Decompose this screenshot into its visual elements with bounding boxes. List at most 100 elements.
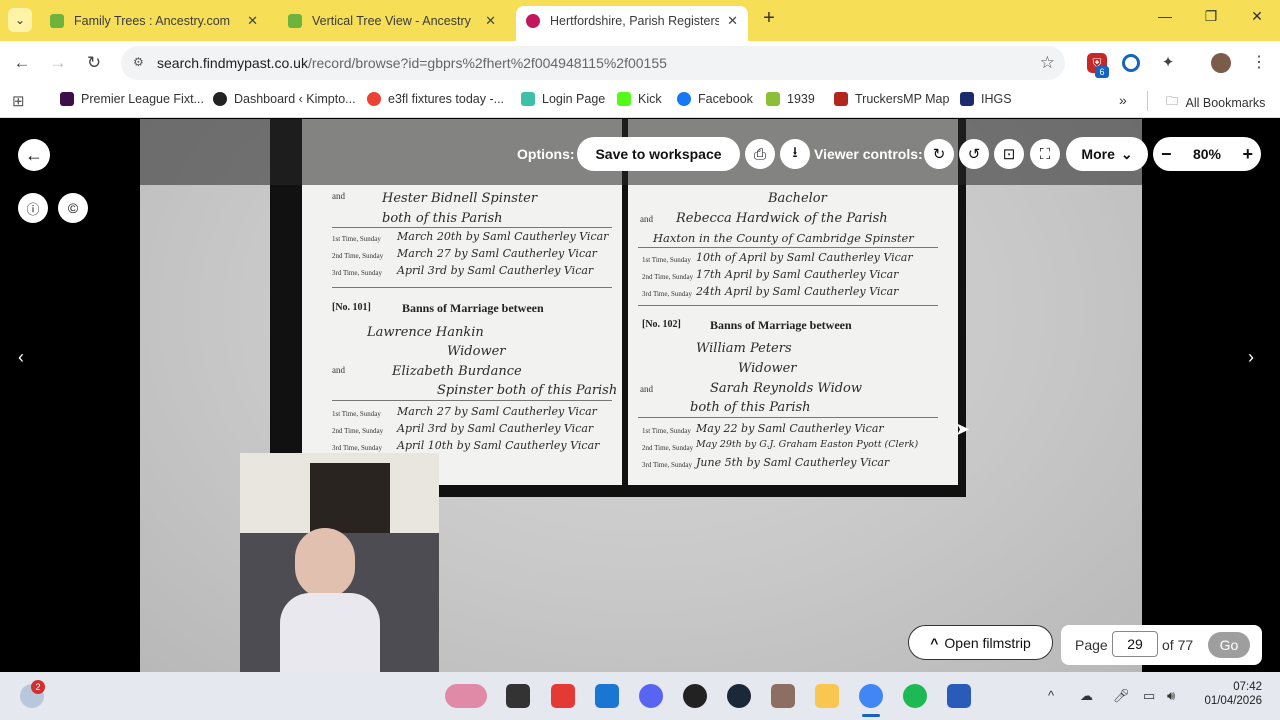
groom-name: William Peters [696, 341, 792, 356]
weather-badge: 2 [31, 680, 45, 694]
bookmark-ihgs[interactable]: IHGS [960, 92, 1012, 106]
copyright-icon[interactable]: © [58, 193, 88, 223]
rotate-anticlockwise-icon[interactable]: ↺ [959, 139, 989, 169]
fullscreen-icon[interactable]: ⛶ [1030, 139, 1060, 169]
reload-icon[interactable]: ↻ [83, 52, 105, 74]
rule-line [638, 305, 938, 306]
all-bookmarks-folder[interactable]: 🗀 All Bookmarks [1166, 92, 1265, 113]
open-filmstrip-button[interactable]: ^ Open filmstrip [908, 625, 1053, 660]
close-tab-icon[interactable]: ✕ [485, 13, 496, 29]
time-label: 3rd Time, Sunday [642, 290, 692, 298]
bookmark-1939[interactable]: 1939 [766, 92, 815, 106]
forward-icon[interactable]: → [47, 52, 69, 74]
close-tab-icon[interactable]: ✕ [247, 13, 258, 29]
more-label: More [1081, 146, 1115, 162]
bookmark-premier-league[interactable]: Premier League Fixt... [60, 92, 204, 106]
image-viewer[interactable]: and Hester Bidnell Spinster both of this… [0, 119, 1280, 672]
bookmarks-divider [1147, 91, 1148, 111]
folder-icon: 🗀 [1166, 94, 1179, 108]
webcam-shelf [310, 463, 390, 533]
previous-image-icon[interactable]: ‹ [18, 347, 24, 368]
address-bar[interactable]: ⚙ search.findmypast.co.uk/record/browse?… [121, 46, 1065, 80]
bookmark-facebook[interactable]: Facebook [677, 92, 753, 106]
file-manager-icon[interactable] [506, 684, 530, 708]
restore-icon[interactable]: ❐ [1199, 8, 1223, 25]
discord-icon[interactable] [639, 684, 663, 708]
tab-vertical-tree-view[interactable]: Vertical Tree View - Ancestry ✕ [278, 6, 506, 35]
site-info-icon[interactable]: ⚙ [133, 55, 144, 69]
microphone-icon[interactable]: 🎤︎ [1113, 688, 1130, 704]
url-text[interactable]: search.findmypast.co.uk/record/browse?id… [157, 55, 667, 71]
back-icon[interactable]: ← [11, 52, 33, 74]
time-label: 2nd Time, Sunday [332, 252, 384, 260]
next-image-icon[interactable]: › [1248, 347, 1254, 368]
page-number-input[interactable]: 29 [1112, 631, 1158, 657]
save-to-workspace-button[interactable]: Save to workspace [577, 137, 740, 171]
chrome-icon[interactable] [859, 684, 883, 708]
rotate-clockwise-icon[interactable]: ↻ [924, 139, 954, 169]
profile-avatar[interactable] [1211, 53, 1231, 73]
kick-icon [617, 92, 631, 106]
obs-icon[interactable] [683, 684, 707, 708]
page-total: of 77 [1162, 637, 1194, 653]
print-icon[interactable]: ⎙ [745, 139, 775, 169]
close-window-icon[interactable]: ✕ [1245, 8, 1269, 25]
zoom-in-icon[interactable]: + [1242, 144, 1253, 165]
bride-name: Sarah Reynolds Widow [710, 381, 863, 396]
bookmark-e3fl-fixtures[interactable]: e3fl fixtures today -... [367, 92, 504, 106]
google-icon [367, 92, 381, 106]
tab-hertfordshire-parish-registers[interactable]: Hertfordshire, Parish Registers E ✕ [516, 6, 748, 41]
extensions-puzzle-icon[interactable]: ✦ [1158, 53, 1178, 73]
onedrive-cloud-icon[interactable]: ☁ [1080, 688, 1093, 704]
zoom-out-icon[interactable]: − [1161, 144, 1172, 165]
fit-to-screen-icon[interactable]: ⊡ [994, 139, 1024, 169]
game-app-icon[interactable] [771, 684, 795, 708]
banns-entry: March 27 by Saml Cautherley Vicar [397, 405, 597, 418]
bookmark-login-page[interactable]: Login Page [521, 92, 605, 106]
time-label: 3rd Time, Sunday [332, 444, 382, 452]
page-navigator: Page 29 of 77 Go [1061, 625, 1262, 665]
steam-icon[interactable] [727, 684, 751, 708]
back-arrow-icon[interactable]: ← [18, 139, 50, 171]
widget-pill-icon[interactable] [445, 684, 487, 708]
new-tab-button[interactable]: + [758, 8, 780, 30]
info-icon[interactable]: ⓘ [18, 193, 48, 223]
taskbar: 2 ^ ☁ 🎤︎ ▭ 🔊︎ 07:42 01/04/2026 [0, 672, 1280, 720]
app-red-icon[interactable] [551, 684, 575, 708]
minimize-icon[interactable]: — [1153, 8, 1177, 24]
truckersmp-icon [834, 92, 848, 106]
file-explorer-icon[interactable] [815, 684, 839, 708]
bookmark-truckersmp-map[interactable]: TruckersMP Map [834, 92, 949, 106]
bookmark-star-icon[interactable]: ☆ [1040, 53, 1055, 73]
go-button[interactable]: Go [1208, 632, 1250, 658]
tab-search-button[interactable]: ⌄ [8, 8, 32, 32]
time-label: 2nd Time, Sunday [642, 273, 694, 281]
tray-overflow-chevron-icon[interactable]: ^ [1048, 688, 1054, 703]
clock[interactable]: 07:42 01/04/2026 [1200, 681, 1262, 707]
browser-menu-icon[interactable]: ⋮ [1249, 53, 1269, 73]
bookmark-kick[interactable]: Kick [617, 92, 662, 106]
volume-icon[interactable]: 🔊︎ [1167, 688, 1175, 704]
residence-line: both of this Parish [690, 400, 811, 415]
close-tab-icon[interactable]: ✕ [727, 13, 738, 29]
banns-entry: 17th April by Saml Cautherley Vicar [696, 268, 899, 281]
more-bookmarks-chevron-icon[interactable]: » [1119, 92, 1127, 108]
network-icon[interactable]: ▭ [1143, 688, 1155, 704]
extension-circle-icon[interactable] [1122, 54, 1140, 72]
banns-entry: March 20th by Saml Cautherley Vicar [397, 230, 609, 243]
facebook-icon [677, 92, 691, 106]
more-menu-button[interactable]: More ⌄ [1066, 137, 1148, 171]
app-blue-icon[interactable] [947, 684, 971, 708]
download-icon[interactable]: ⭳ [780, 139, 810, 169]
banns-entry: April 3rd by Saml Cautherley Vicar [397, 422, 594, 435]
spotify-icon[interactable] [903, 684, 927, 708]
and-label: and [332, 191, 345, 201]
page-label: Page [1075, 637, 1108, 653]
url-path: /record/browse?id=gbprs%2fhert%2f0049481… [307, 55, 667, 71]
outlook-icon[interactable] [595, 684, 619, 708]
apps-grid-icon[interactable]: ⊞ [12, 92, 25, 110]
residence-line: Haxton in the County of Cambridge Spinst… [653, 231, 914, 245]
bookmark-dashboard[interactable]: Dashboard ‹ Kimpto... [213, 92, 356, 106]
ihgs-shield-icon [960, 92, 974, 106]
tab-family-trees[interactable]: Family Trees : Ancestry.com ✕ [40, 6, 268, 35]
